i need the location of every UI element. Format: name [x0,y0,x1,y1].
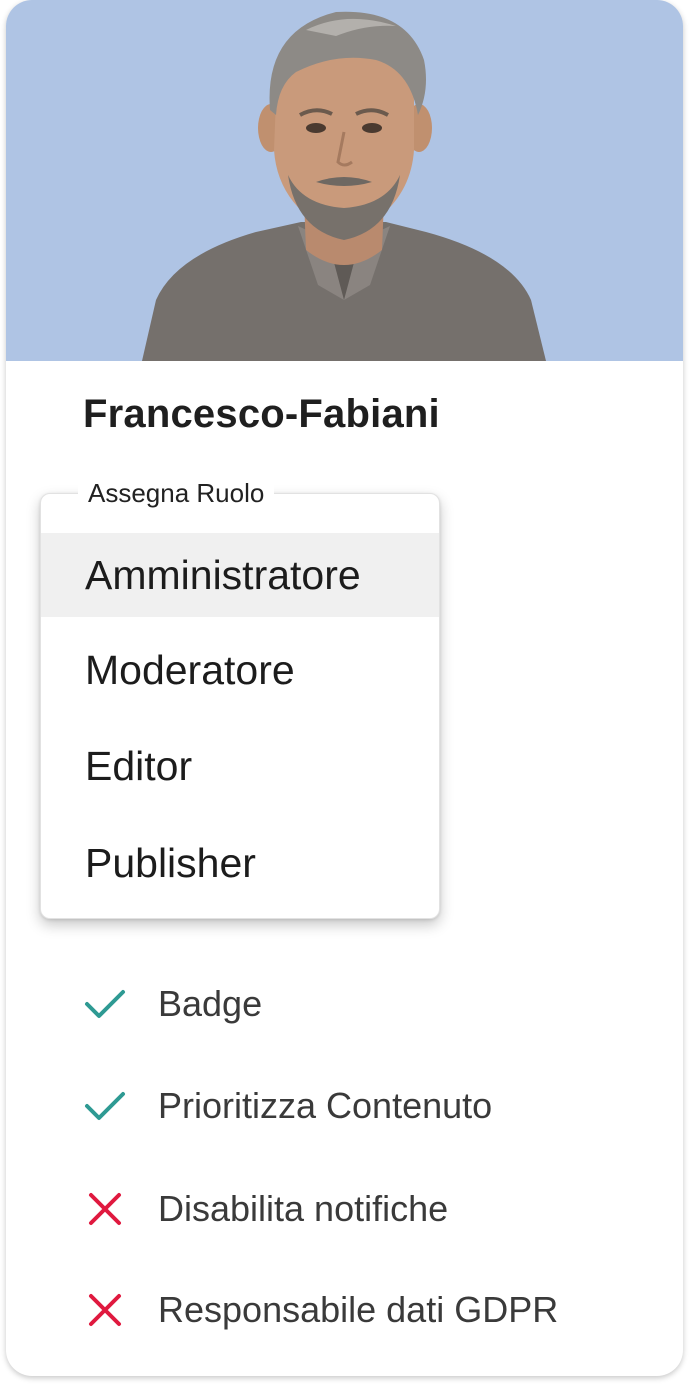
permission-label: Disabilita notifiche [158,1188,449,1229]
permission-label: Badge [158,983,263,1024]
permission-prioritizza-contenuto[interactable]: Prioritizza Contenuto [82,1076,492,1136]
role-menu-label: Assegna Ruolo [78,478,275,509]
role-dropdown-menu[interactable]: Amministratore Moderatore Editor Publish… [40,493,440,919]
check-icon [82,1083,128,1129]
role-option-moderatore[interactable]: Moderatore [41,628,439,712]
permission-badge[interactable]: Badge [82,974,262,1034]
role-option-publisher[interactable]: Publisher [41,821,439,905]
user-name: Francesco-Fabiani [83,392,440,436]
permission-label: Prioritizza Contenuto [158,1085,493,1126]
profile-photo [6,0,683,361]
role-option-editor[interactable]: Editor [41,724,439,808]
permission-responsabile-dati-gdpr[interactable]: Responsabile dati GDPR [82,1280,558,1340]
role-option-amministratore[interactable]: Amministratore [41,533,439,617]
check-icon [82,981,128,1027]
person-portrait-image [142,11,546,361]
profile-card: Francesco-Fabiani Assegna Ruolo Amminist… [6,0,683,1376]
permission-disabilita-notifiche[interactable]: Disabilita notifiche [82,1179,448,1239]
cross-icon [82,1186,128,1232]
cross-icon [82,1287,128,1333]
permission-label: Responsabile dati GDPR [158,1289,559,1330]
